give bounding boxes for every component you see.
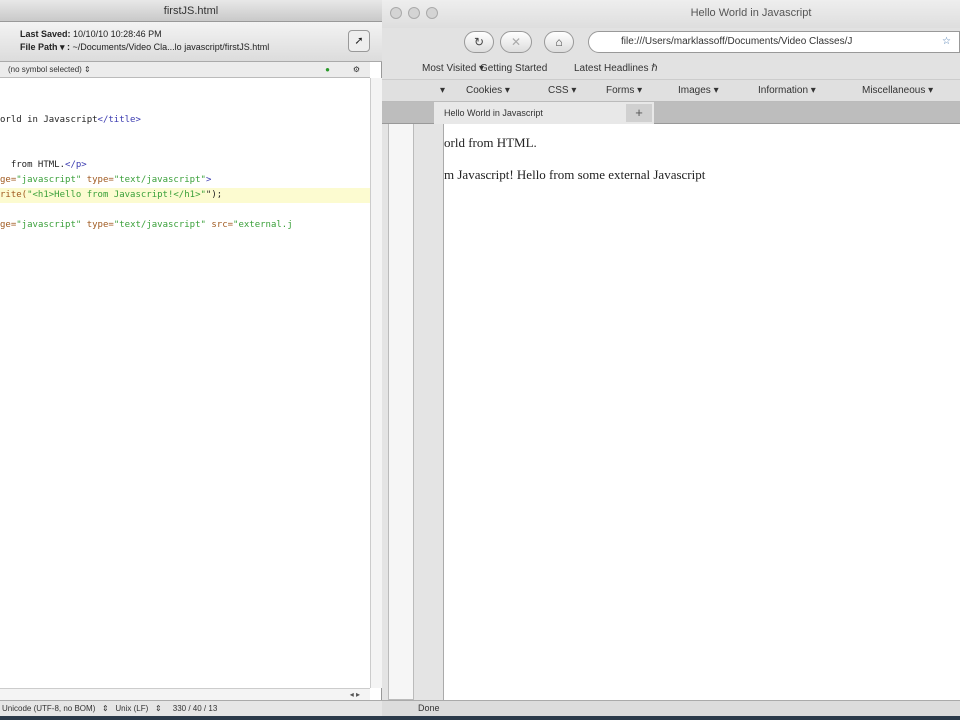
browser-title-bar[interactable]: Hello World in Javascript <box>382 0 960 28</box>
status-text: Done <box>418 703 440 713</box>
browser-title: Hello World in Javascript <box>690 7 812 19</box>
code-token: ge= <box>0 220 17 230</box>
bookmark-latest-headlines[interactable]: Latest Headlines ℏ <box>574 58 658 80</box>
home-button[interactable]: ⌂ <box>544 31 574 53</box>
bookmark-getting-started[interactable]: Getting Started <box>480 58 547 80</box>
bookmark-star-icon[interactable]: ☆ <box>942 32 951 52</box>
editor-status-bar: Unicode (UTF-8, no BOM) ⇕ Unix (LF) ⇕ 33… <box>0 700 382 716</box>
code-token: </title> <box>97 115 141 125</box>
code-token: "external.j <box>233 220 293 230</box>
devbar-miscellaneous[interactable]: Miscellaneous ▾ <box>862 80 933 102</box>
reload-icon: ↻ <box>473 35 485 49</box>
home-icon: ⌂ <box>555 35 563 49</box>
vertical-scrollbar[interactable] <box>370 78 382 688</box>
devbar-css[interactable]: CSS ▾ <box>548 80 576 102</box>
new-tab-button[interactable]: + <box>626 104 652 122</box>
code-token: "javascript" <box>16 175 82 185</box>
code-token: "javascript" <box>16 220 82 230</box>
minimize-window-button[interactable] <box>408 7 420 19</box>
code-token: from HTML. <box>0 160 66 170</box>
devbar-cookies[interactable]: Cookies ▾ <box>466 80 510 102</box>
code-token: > <box>205 175 212 185</box>
code-token: orld in Javascript <box>0 115 98 125</box>
code-line[interactable]: ge="javascript" type="text/javascript"> <box>0 173 370 188</box>
devbar-forms[interactable]: Forms ▾ <box>606 80 642 102</box>
bookmark-most-visited[interactable]: Most Visited ▾ <box>422 58 484 80</box>
code-token: "<h1>Hello from Javascript!</h1>" <box>27 190 206 200</box>
code-token: type= <box>81 220 114 230</box>
line-endings-selector[interactable]: Unix (LF) <box>115 704 148 713</box>
code-token: src= <box>205 220 234 230</box>
editor-file-info: Last Saved: 10/10/10 10:28:46 PM File Pa… <box>0 22 382 62</box>
devbar-disable[interactable]: ▾ <box>440 80 445 102</box>
tab-hello-world[interactable]: Hello World in Javascript <box>434 102 654 124</box>
plus-icon: + <box>635 105 643 120</box>
stop-button[interactable]: ✕ <box>500 31 532 53</box>
status-dot-icon[interactable]: ● <box>325 62 330 78</box>
code-line[interactable]: rite("<h1>Hello from Javascript!</h1>"")… <box>0 188 370 203</box>
editor-window: firstJS.html Last Saved: 10/10/10 10:28:… <box>0 0 382 716</box>
devbar-information[interactable]: Information ▾ <box>758 80 816 102</box>
editor-title-bar[interactable]: firstJS.html <box>0 0 382 22</box>
code-token: ge= <box>0 175 17 185</box>
code-token: "text/javascript" <box>113 220 206 230</box>
char-word-line-counts: 330 / 40 / 13 <box>172 704 218 713</box>
code-line[interactable]: ge="javascript" type="text/javascript" s… <box>0 218 370 233</box>
last-saved-label: Last Saved: <box>20 29 71 39</box>
cursor-icon[interactable]: ➚ <box>348 30 370 52</box>
javascript-output: m Javascript! Hello from some external J… <box>444 167 706 182</box>
gear-icon[interactable]: ⚙ <box>353 62 360 78</box>
bookmarks-toolbar: Most Visited ▾ Getting Started Latest He… <box>382 58 960 80</box>
chevron-updown-icon: ⇕ <box>84 65 91 74</box>
code-token: "); <box>205 190 223 200</box>
file-path-value: ~/Documents/Video Cla...lo javascript/fi… <box>72 42 270 52</box>
encoding-selector[interactable]: Unicode (UTF-8, no BOM) <box>2 704 95 713</box>
web-developer-toolbar: ▾ Cookies ▾ CSS ▾ Forms ▾ Images ▾ Infor… <box>382 80 960 102</box>
url-bar[interactable]: file:///Users/marklassoff/Documents/Vide… <box>588 31 960 53</box>
url-text: file:///Users/marklassoff/Documents/Vide… <box>621 36 853 47</box>
page-content: orld from HTML. m Javascript! Hello from… <box>444 124 960 700</box>
html-paragraph: orld from HTML. <box>444 135 537 150</box>
code-line[interactable]: from HTML.</p> <box>0 158 370 173</box>
close-window-button[interactable] <box>390 7 402 19</box>
code-token: type= <box>81 175 114 185</box>
symbol-selector[interactable]: (no symbol selected) ⇕ ● ⚙ <box>0 62 370 78</box>
browser-status-bar: Done <box>382 700 960 716</box>
code-token: "text/javascript" <box>113 175 206 185</box>
code-editor[interactable]: orld in Javascript</title> from HTML.</p… <box>0 78 370 688</box>
zoom-window-button[interactable] <box>426 7 438 19</box>
reload-button[interactable]: ↻ <box>464 31 494 53</box>
desktop-strip <box>0 716 960 720</box>
editor-title: firstJS.html <box>163 5 219 17</box>
symbol-selector-value: (no symbol selected) <box>8 65 82 74</box>
horizontal-scrollbar[interactable]: ◂ ▸ <box>0 688 370 700</box>
tab-strip: Hello World in Javascript + <box>382 102 960 124</box>
code-line[interactable]: orld in Javascript</title> <box>0 113 370 128</box>
tab-label: Hello World in Javascript <box>444 108 543 118</box>
devbar-images[interactable]: Images ▾ <box>678 80 719 102</box>
stop-icon: ✕ <box>510 35 522 49</box>
code-token: rite( <box>0 190 28 200</box>
last-saved-value: 10/10/10 10:28:46 PM <box>73 29 162 39</box>
file-path-label[interactable]: File Path ▾ : <box>20 42 70 52</box>
navigation-toolbar: ↻ ✕ ⌂ file:///Users/marklassoff/Document… <box>382 28 960 58</box>
code-token: </p> <box>65 160 87 170</box>
